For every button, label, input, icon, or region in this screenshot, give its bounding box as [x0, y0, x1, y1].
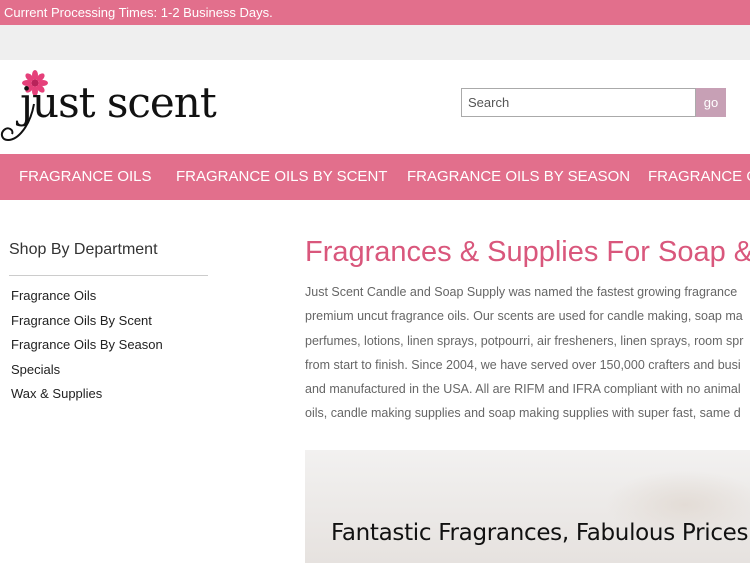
announcement-bar: Current Processing Times: 1-2 Business D…	[0, 0, 750, 25]
announcement-text: Current Processing Times: 1-2 Business D…	[4, 5, 273, 20]
banner-headline: Fantastic Fragrances, Fabulous Prices	[331, 520, 749, 546]
sidebar-divider	[9, 275, 208, 276]
sidebar-department-list: Fragrance Oils Fragrance Oils By Scent F…	[11, 287, 163, 410]
search-input[interactable]	[461, 88, 696, 117]
sidebar-item-specials[interactable]: Specials	[11, 361, 163, 386]
sidebar-item-fragrance-oils[interactable]: Fragrance Oils	[11, 287, 163, 312]
intro-line: and manufactured in the USA. All are RIF…	[305, 382, 741, 397]
nav-item-fragrance-oils-by-scent[interactable]: FRAGRANCE OILS BY SCENT	[176, 154, 387, 200]
sidebar-item-fragrance-oils-by-scent[interactable]: Fragrance Oils By Scent	[11, 312, 163, 337]
sidebar-item-fragrance-oils-by-season[interactable]: Fragrance Oils By Season	[11, 336, 163, 361]
nav-item-fragrance-oils-more[interactable]: FRAGRANCE OILS	[648, 154, 750, 200]
utility-strip	[0, 25, 750, 60]
main-nav: FRAGRANCE OILS FRAGRANCE OILS BY SCENT F…	[0, 154, 750, 200]
search-bar: go	[461, 88, 726, 117]
page-title: Fragrances & Supplies For Soap &	[305, 236, 750, 268]
promo-banner[interactable]: Fantastic Fragrances, Fabulous Prices	[305, 450, 750, 563]
intro-line: premium uncut fragrance oils. Our scents…	[305, 309, 743, 324]
logo-text: just scent	[20, 78, 217, 127]
intro-line: perfumes, lotions, linen sprays, potpour…	[305, 333, 744, 348]
intro-paragraph: Just Scent Candle and Soap Supply was na…	[305, 283, 750, 429]
nav-item-fragrance-oils[interactable]: FRAGRANCE OILS	[19, 154, 152, 200]
site-logo[interactable]: just scent	[0, 68, 217, 148]
search-go-button[interactable]: go	[696, 88, 726, 117]
nav-item-fragrance-oils-by-season[interactable]: FRAGRANCE OILS BY SEASON	[407, 154, 630, 200]
intro-line: Just Scent Candle and Soap Supply was na…	[305, 285, 738, 299]
intro-line: oils, candle making supplies and soap ma…	[305, 406, 741, 421]
sidebar-item-wax-supplies[interactable]: Wax & Supplies	[11, 385, 163, 410]
intro-line: from start to finish. Since 2004, we hav…	[305, 357, 741, 372]
sidebar-title: Shop By Department	[9, 241, 158, 258]
